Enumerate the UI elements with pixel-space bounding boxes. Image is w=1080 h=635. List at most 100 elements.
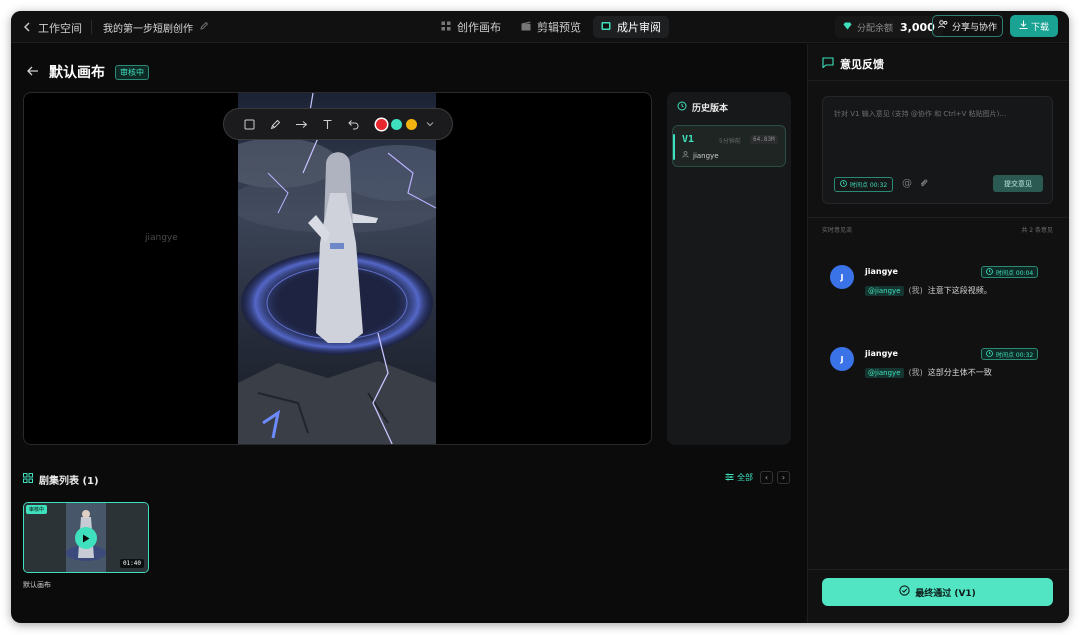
comment-item[interactable]: J jiangye 时间点 00:04 @jiangye (我) 注意下这段视频… xyxy=(830,265,1045,309)
comment-text: 注意下这段视频。 xyxy=(927,286,992,295)
feedback-header: 意见反馈 xyxy=(822,56,884,72)
divider xyxy=(91,20,92,34)
rectangle-tool-icon[interactable] xyxy=(236,113,262,135)
chevron-left-icon xyxy=(23,22,31,35)
thumbnail-duration: 01:40 xyxy=(119,559,144,568)
balance-display: 分配余额 3,000 xyxy=(835,16,943,38)
thumbnail-status-badge: 审核中 xyxy=(26,505,48,514)
comment-body: @jiangye (我) 注意下这段视频。 xyxy=(865,285,992,296)
avatar: J xyxy=(830,347,854,371)
check-circle-icon xyxy=(899,585,910,599)
divider xyxy=(808,569,1069,570)
comment-composer[interactable]: 针对 V1 输入意见 (支持 @协作 和 Ctrl+V 粘贴图片)... 时间点… xyxy=(822,96,1053,204)
balance-label: 分配余额 xyxy=(857,23,894,34)
pencil-icon[interactable] xyxy=(199,21,209,34)
play-icon[interactable] xyxy=(75,527,97,549)
comment-timestamp[interactable]: 时间点 00:04 xyxy=(981,266,1039,278)
filter-all-button[interactable]: 全部 xyxy=(725,472,753,483)
arrow-left-icon[interactable] xyxy=(27,65,39,79)
back-to-workspace-button[interactable]: 工作空间 xyxy=(23,20,82,36)
version-card[interactable]: V1 5分钟前 64.83M jiangye xyxy=(672,125,786,167)
filter-all-label: 全部 xyxy=(737,473,753,482)
avatar: J xyxy=(830,265,854,289)
share-collab-button[interactable]: 分享与协作 xyxy=(932,15,1003,37)
app-window: 工作空间 我的第一步短剧创作 创作画布 剪辑预览 成片审阅 分配余额 3,000… xyxy=(11,11,1069,623)
author-name: jiangye xyxy=(693,151,719,160)
tab-edit-preview[interactable]: 剪辑预览 xyxy=(513,16,589,38)
top-bar: 工作空间 我的第一步短剧创作 创作画布 剪辑预览 成片审阅 分配余额 3,000… xyxy=(11,11,1069,43)
submit-feedback-button[interactable]: 提交意见 xyxy=(993,175,1043,192)
video-still-image xyxy=(238,93,436,444)
color-red-swatch[interactable] xyxy=(376,118,387,130)
text-tool-icon[interactable] xyxy=(314,113,340,135)
episode-list-header: 剧集列表 (1) xyxy=(23,472,99,487)
clock-icon xyxy=(986,349,993,359)
version-time: 5分钟前 xyxy=(719,138,741,145)
next-page-button[interactable]: › xyxy=(777,471,790,484)
breadcrumb: 默认画布 审核中 xyxy=(27,62,149,82)
comment-stream-header: 实时意见流 共 2 条意见 xyxy=(822,225,1053,234)
comment-count: 共 2 条意见 xyxy=(1021,227,1053,234)
tab-final-review[interactable]: 成片审阅 xyxy=(593,16,669,38)
color-yellow-swatch[interactable] xyxy=(406,118,417,130)
video-frame[interactable] xyxy=(238,93,436,444)
watermark-text: jiangye xyxy=(145,233,178,243)
comment-timestamp[interactable]: 时间点 00:32 xyxy=(981,348,1039,360)
tab-label: 创作画布 xyxy=(457,21,501,34)
mention-tag[interactable]: @jiangye xyxy=(865,367,904,378)
annotation-toolbar xyxy=(223,108,453,140)
timestamp-chip[interactable]: 时间点 00:32 xyxy=(834,177,894,192)
clapper-icon xyxy=(521,21,531,34)
comment-item[interactable]: J jiangye 时间点 00:32 @jiangye (我) 这部分主体不一… xyxy=(830,347,1045,391)
divider xyxy=(808,80,1069,81)
version-history-panel: 历史版本 V1 5分钟前 64.83M jiangye xyxy=(667,92,791,445)
tab-label: 成片审阅 xyxy=(617,21,661,34)
mode-tabs: 创作画布 剪辑预览 成片审阅 xyxy=(433,16,669,38)
at-mention-icon[interactable]: @ xyxy=(902,178,912,189)
grid-icon xyxy=(23,473,33,486)
version-author: jiangye xyxy=(682,151,719,160)
attach-icon[interactable] xyxy=(919,178,928,191)
stream-label: 实时意见流 xyxy=(822,227,853,234)
undo-icon[interactable] xyxy=(340,113,366,135)
mention-tag[interactable]: @jiangye xyxy=(865,285,904,296)
arrow-tool-icon[interactable] xyxy=(288,113,314,135)
users-icon xyxy=(937,20,948,32)
download-button[interactable]: 下载 xyxy=(1010,15,1058,37)
comment-body: @jiangye (我) 这部分主体不一致 xyxy=(865,367,992,378)
grid-icon xyxy=(441,21,451,34)
download-label: 下载 xyxy=(1030,22,1049,33)
diamond-icon xyxy=(843,22,852,33)
review-canvas[interactable]: jiangye xyxy=(23,92,652,445)
chevron-down-icon[interactable] xyxy=(421,113,439,135)
feedback-panel: 意见反馈 针对 V1 输入意见 (支持 @协作 和 Ctrl+V 粘贴图片)..… xyxy=(807,44,1069,623)
comment-author: jiangye xyxy=(865,267,898,276)
divider xyxy=(808,217,1069,218)
prev-page-button[interactable]: ‹ xyxy=(760,471,773,484)
final-approve-label: 最终通过 (V1) xyxy=(915,588,976,599)
color-teal-swatch[interactable] xyxy=(391,118,402,130)
project-title[interactable]: 我的第一步短剧创作 xyxy=(103,20,209,35)
comment-time-label: 时间点 00:32 xyxy=(996,351,1034,359)
comment-input-placeholder[interactable]: 针对 V1 输入意见 (支持 @协作 和 Ctrl+V 粘贴图片)... xyxy=(834,109,1006,119)
project-name: 我的第一步短剧创作 xyxy=(103,24,193,35)
clock-icon xyxy=(986,267,993,277)
version-label: V1 xyxy=(682,134,695,145)
episode-thumbnail[interactable]: 审核中 01:40 xyxy=(23,502,149,573)
comment-author: jiangye xyxy=(865,349,898,358)
history-header: 历史版本 xyxy=(677,101,728,114)
timestamp-chip-label: 时间点 00:32 xyxy=(850,182,888,189)
clock-icon xyxy=(840,180,847,189)
history-title: 历史版本 xyxy=(692,104,729,114)
version-size: 64.83M xyxy=(750,135,778,144)
back-label: 工作空间 xyxy=(38,22,82,35)
final-approve-button[interactable]: 最终通过 (V1) xyxy=(822,578,1053,606)
pen-tool-icon[interactable] xyxy=(262,113,288,135)
tab-canvas[interactable]: 创作画布 xyxy=(433,16,509,38)
episode-list-title: 剧集列表 (1) xyxy=(39,476,99,487)
active-indicator xyxy=(673,134,675,160)
chevron-right-icon: › xyxy=(781,473,786,482)
self-marker: (我) xyxy=(908,286,923,295)
download-icon xyxy=(1019,20,1028,32)
filter-icon xyxy=(725,473,734,483)
